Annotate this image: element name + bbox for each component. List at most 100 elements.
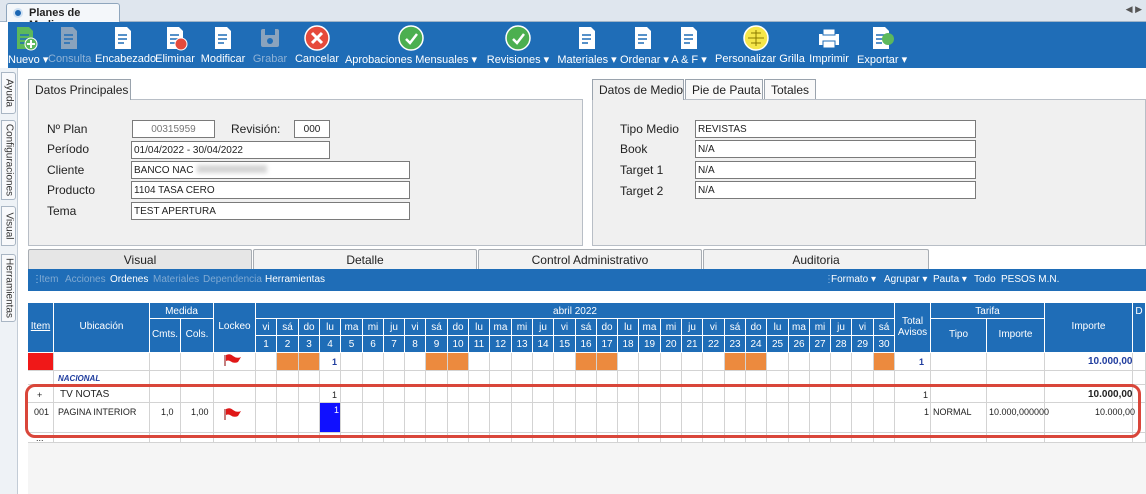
menu-herramientas[interactable]: Herramientas <box>265 274 325 285</box>
day-cell[interactable] <box>639 371 661 385</box>
day-cell[interactable] <box>703 371 725 385</box>
day-cell[interactable] <box>512 371 533 385</box>
day-cell[interactable] <box>426 371 448 385</box>
revision-field[interactable]: 000 <box>294 120 330 138</box>
day-cell[interactable] <box>874 371 895 385</box>
day-cell[interactable] <box>682 353 703 371</box>
day-cell[interactable] <box>597 371 618 385</box>
toolbar-button-0[interactable]: Nuevo ▾ <box>8 22 48 68</box>
day-cell[interactable] <box>597 353 618 371</box>
day-cell[interactable] <box>405 371 426 385</box>
day-cell[interactable] <box>725 371 746 385</box>
grid-cell[interactable] <box>28 371 54 385</box>
menu-agrupar[interactable]: Agrupar ▾ <box>884 274 927 285</box>
menu-ordenes[interactable]: Ordenes <box>110 274 148 285</box>
day-cell[interactable] <box>661 371 682 385</box>
tab-totales[interactable]: Totales <box>764 79 816 99</box>
side-tab-ayuda[interactable]: Ayuda <box>1 72 16 114</box>
grid-cell[interactable] <box>1133 371 1146 385</box>
day-cell[interactable] <box>725 353 746 371</box>
tab-visual[interactable]: Visual <box>28 249 252 269</box>
menu-materiales[interactable]: Materiales <box>153 274 199 285</box>
toolbar-button-6[interactable]: Cancelar <box>293 22 341 68</box>
day-cell[interactable] <box>490 353 512 371</box>
day-cell[interactable] <box>789 371 810 385</box>
day-cell[interactable] <box>448 353 469 371</box>
side-tab-configuraciones[interactable]: Configuraciones <box>1 120 16 200</box>
day-cell[interactable] <box>384 371 405 385</box>
document-tab[interactable]: Planes de Medios <box>6 3 120 31</box>
day-cell[interactable] <box>789 353 810 371</box>
day-cell[interactable] <box>490 371 512 385</box>
toolbar-button-1[interactable]: Consulta <box>48 22 91 68</box>
tema-field[interactable]: TEST APERTURA <box>131 202 410 220</box>
side-tab-visual[interactable]: Visual <box>1 206 16 246</box>
tab-pie-de-pauta[interactable]: Pie de Pauta <box>685 79 763 99</box>
day-cell[interactable] <box>682 371 703 385</box>
day-cell[interactable] <box>618 371 639 385</box>
day-cell[interactable] <box>874 353 895 371</box>
toolbar-button-5[interactable]: Grabar <box>250 22 290 68</box>
day-cell[interactable] <box>767 353 789 371</box>
day-cell[interactable] <box>554 353 576 371</box>
book-field[interactable]: N/A <box>695 140 976 158</box>
menu-todo[interactable]: Todo <box>974 274 996 285</box>
grid-cell[interactable] <box>1045 371 1133 385</box>
menu-item[interactable]: Item <box>39 274 58 285</box>
tab-nav-arrows-icon[interactable]: ◀ ▶ <box>1126 4 1142 15</box>
toolbar-button-10[interactable]: Ordenar ▾ <box>620 22 669 68</box>
menu-acciones[interactable]: Acciones <box>65 274 106 285</box>
tab-datos-de-medio[interactable]: Datos de Medio <box>592 79 684 100</box>
toolbar-button-14[interactable]: Exportar ▾ <box>857 22 907 68</box>
day-cell[interactable] <box>256 353 277 371</box>
day-cell[interactable] <box>618 353 639 371</box>
day-cell[interactable] <box>256 371 277 385</box>
toolbar-button-13[interactable]: Imprimir <box>805 22 853 68</box>
toolbar-button-2[interactable]: Encabezado <box>95 22 156 68</box>
menu-pauta[interactable]: Pauta ▾ <box>933 274 967 285</box>
day-cell[interactable] <box>852 371 874 385</box>
day-cell[interactable] <box>576 353 597 371</box>
grid-cell[interactable] <box>987 371 1045 385</box>
menu-dependencia[interactable]: Dependencia <box>203 274 262 285</box>
grid-cell[interactable] <box>150 353 181 371</box>
toolbar-button-4[interactable]: Modificar <box>200 22 246 68</box>
toolbar-button-3[interactable]: Eliminar <box>155 22 195 68</box>
toolbar-button-8[interactable]: Revisiones ▾ <box>483 22 553 68</box>
day-cell[interactable] <box>746 371 767 385</box>
day-cell[interactable] <box>810 353 831 371</box>
lock-flag-icon[interactable] <box>224 354 242 366</box>
day-cell[interactable] <box>469 353 490 371</box>
day-cell[interactable] <box>554 371 576 385</box>
day-cell[interactable] <box>384 353 405 371</box>
day-cell[interactable] <box>746 353 767 371</box>
grid-cell[interactable] <box>54 353 150 371</box>
day-cell[interactable] <box>405 353 426 371</box>
grid-cell[interactable] <box>931 371 987 385</box>
day-cell[interactable] <box>852 353 874 371</box>
day-cell[interactable] <box>831 371 852 385</box>
day-cell[interactable] <box>448 371 469 385</box>
tab-control-administrativo[interactable]: Control Administrativo <box>478 249 702 269</box>
day-cell[interactable] <box>341 353 363 371</box>
tab-datos-principales[interactable]: Datos Principales <box>28 79 131 100</box>
toolbar-button-7[interactable]: Aprobaciones Mensuales ▾ <box>344 22 478 68</box>
toolbar-button-9[interactable]: Materiales ▾ <box>557 22 617 68</box>
periodo-field[interactable]: 01/04/2022 - 30/04/2022 <box>131 141 330 159</box>
day-cell[interactable] <box>512 353 533 371</box>
day-cell[interactable] <box>299 371 320 385</box>
day-cell[interactable] <box>299 353 320 371</box>
day-cell[interactable] <box>533 371 554 385</box>
day-cell[interactable] <box>767 371 789 385</box>
day-cell[interactable] <box>320 371 341 385</box>
grid-cell[interactable] <box>150 371 181 385</box>
tipo-medio-field[interactable]: REVISTAS <box>695 120 976 138</box>
toolbar-button-11[interactable]: A & F ▾ <box>669 22 709 68</box>
grid-cell[interactable] <box>181 371 214 385</box>
cliente-field[interactable]: BANCO NAC <box>131 161 410 179</box>
day-cell[interactable] <box>810 371 831 385</box>
day-cell[interactable] <box>277 353 299 371</box>
day-cell[interactable] <box>533 353 554 371</box>
grid-cell[interactable] <box>181 353 214 371</box>
grid-cell[interactable] <box>931 353 987 371</box>
